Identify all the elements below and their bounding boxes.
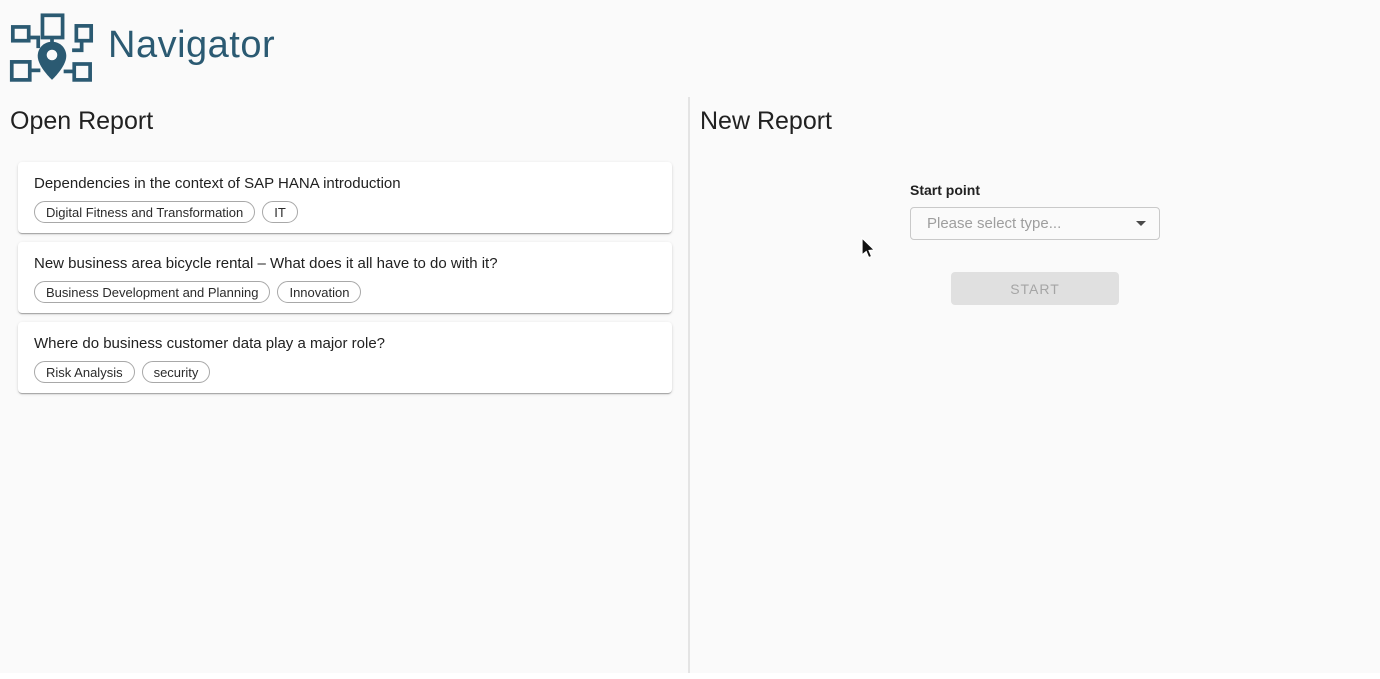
report-card[interactable]: Where do business customer data play a m… [18,322,672,393]
app-header: Navigator [0,0,1380,97]
main-content: Open Report Dependencies in the context … [0,97,1380,673]
network-map-pin-icon [8,10,96,82]
new-report-form: Start point Please select type... START [910,182,1160,305]
start-point-label: Start point [910,182,1160,198]
select-placeholder: Please select type... [927,215,1061,232]
new-report-heading: New Report [700,107,1380,136]
report-title: Where do business customer data play a m… [34,335,656,352]
report-card-list: Dependencies in the context of SAP HANA … [18,162,678,393]
chevron-down-icon [1136,221,1146,226]
report-title: New business area bicycle rental – What … [34,255,656,272]
tag-row: Digital Fitness and Transformation IT [34,201,656,223]
report-card[interactable]: Dependencies in the context of SAP HANA … [18,162,672,233]
open-report-pane: Open Report Dependencies in the context … [0,97,690,673]
start-point-type-select[interactable]: Please select type... [910,207,1160,240]
new-report-pane: New Report Start point Please select typ… [690,97,1380,673]
tag-chip: Business Development and Planning [34,281,270,303]
bottom-strip [0,673,1380,679]
tag-row: Risk Analysis security [34,361,656,383]
tag-chip: IT [262,201,298,223]
tag-chip: security [142,361,211,383]
open-report-heading: Open Report [10,107,678,136]
tag-row: Business Development and Planning Innova… [34,281,656,303]
app-logo [8,10,96,82]
start-button[interactable]: START [951,272,1119,305]
tag-chip: Risk Analysis [34,361,135,383]
report-card[interactable]: New business area bicycle rental – What … [18,242,672,313]
tag-chip: Digital Fitness and Transformation [34,201,255,223]
report-title: Dependencies in the context of SAP HANA … [34,175,656,192]
app-title: Navigator [108,24,275,67]
tag-chip: Innovation [277,281,361,303]
